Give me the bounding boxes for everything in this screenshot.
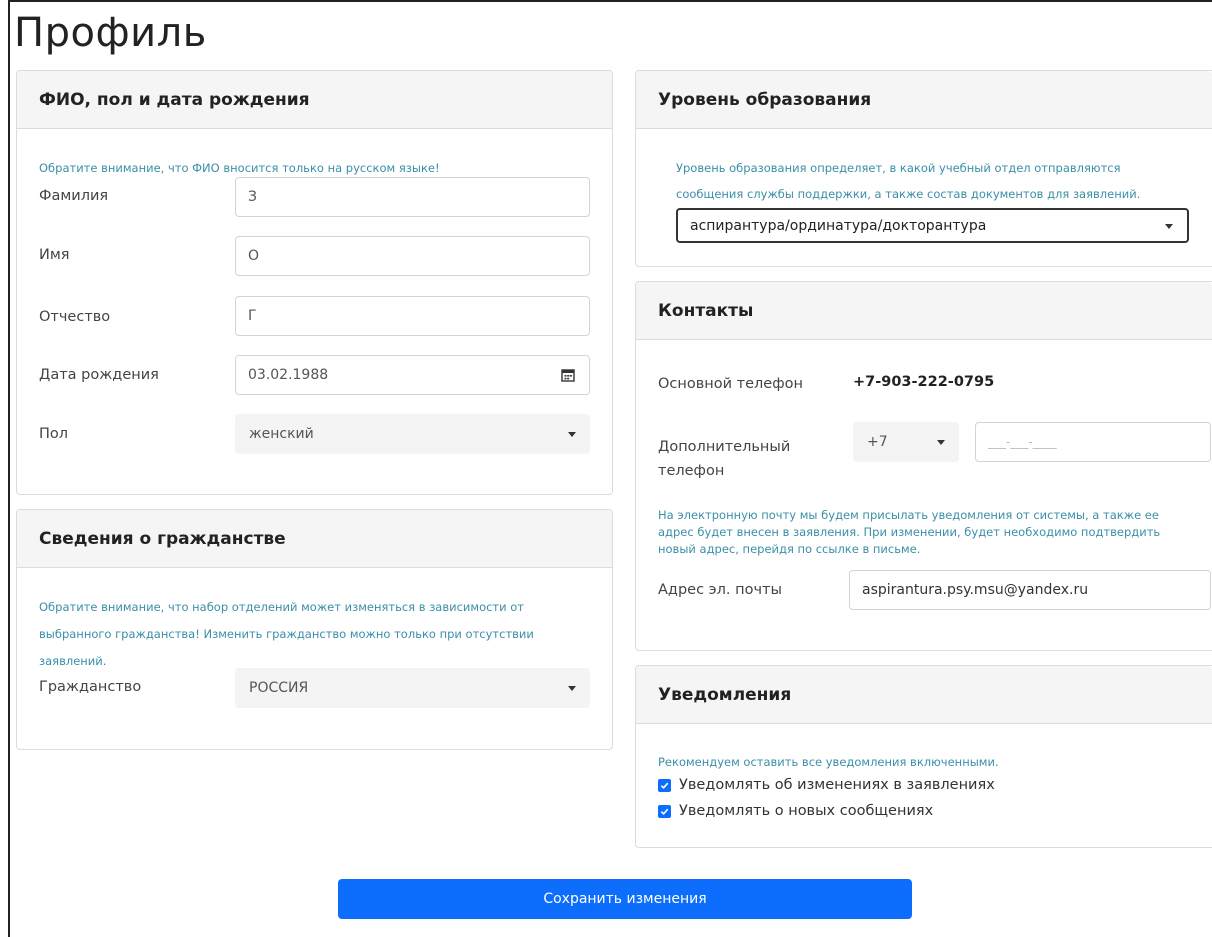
- surname-input[interactable]: З: [235, 177, 590, 217]
- notify-messages-label: Уведомлять о новых сообщениях: [679, 803, 934, 819]
- birthdate-label: Дата рождения: [39, 367, 159, 383]
- main-phone-label: Основной телефон: [658, 376, 803, 392]
- education-card: Уровень образования Уровень образования …: [635, 70, 1212, 267]
- checkmark-icon: [660, 782, 669, 789]
- notify-applications-row[interactable]: Уведомлять об изменениях в заявлениях: [658, 777, 995, 793]
- notify-messages-row[interactable]: Уведомлять о новых сообщениях: [658, 803, 933, 819]
- citizenship-note: Обратите внимание, что набор отделений м…: [39, 600, 534, 668]
- extra-phone-label: Дополнительный телефон: [658, 439, 791, 479]
- education-select[interactable]: аспирантура/ординатура/докторантура: [676, 208, 1189, 243]
- extra-phone-input[interactable]: ___-___-____: [975, 422, 1211, 462]
- education-value: аспирантура/ординатура/докторантура: [690, 217, 987, 234]
- email-value: aspirantura.psy.msu@yandex.ru: [862, 582, 1089, 598]
- extra-phone-code: +7: [867, 434, 888, 450]
- name-value: О: [248, 248, 260, 264]
- contacts-card: Контакты Основной телефон +7-903-222-079…: [635, 281, 1212, 651]
- citizenship-card-header: Сведения о гражданстве: [17, 510, 612, 568]
- email-note: На электронную почту мы будем присылать …: [658, 508, 1161, 556]
- name-input[interactable]: О: [235, 236, 590, 276]
- citizenship-label: Гражданство: [39, 679, 142, 695]
- email-input[interactable]: aspirantura.psy.msu@yandex.ru: [849, 570, 1211, 610]
- surname-value: З: [248, 189, 257, 205]
- citizenship-select[interactable]: РОССИЯ: [235, 668, 590, 708]
- notify-applications-label: Уведомлять об изменениях в заявлениях: [679, 777, 995, 793]
- citizenship-value: РОССИЯ: [249, 680, 309, 696]
- fio-card-header: ФИО, пол и дата рождения: [17, 71, 612, 129]
- citizenship-card: Сведения о гражданстве Обратите внимание…: [16, 509, 613, 750]
- education-card-header: Уровень образования: [636, 71, 1212, 129]
- extra-phone-code-select[interactable]: +7: [853, 422, 959, 462]
- calendar-icon[interactable]: [561, 368, 575, 386]
- education-note: Уровень образования определяет, в какой …: [676, 161, 1141, 201]
- chevron-down-icon: [937, 440, 945, 445]
- extra-phone-placeholder: ___-___-____: [988, 435, 1057, 449]
- fio-note: Обратите внимание, что ФИО вносится толь…: [39, 161, 440, 175]
- chevron-down-icon: [568, 432, 576, 437]
- birthdate-value: 03.02.1988: [248, 367, 329, 383]
- save-button[interactable]: Сохранить изменения: [338, 879, 912, 919]
- notifications-card: Уведомления Рекомендуем оставить все уве…: [635, 665, 1212, 848]
- notifications-card-header: Уведомления: [636, 666, 1212, 724]
- chevron-down-icon: [1165, 223, 1173, 229]
- gender-select[interactable]: женский: [235, 414, 590, 454]
- gender-value: женский: [249, 426, 314, 442]
- notifications-note: Рекомендуем оставить все уведомления вкл…: [658, 755, 999, 769]
- chevron-down-icon: [568, 686, 576, 691]
- email-label: Адрес эл. почты: [658, 582, 782, 598]
- contacts-card-header: Контакты: [636, 282, 1212, 340]
- notify-applications-checkbox[interactable]: [658, 778, 671, 792]
- main-phone-value: +7-903-222-0795: [853, 374, 995, 390]
- name-label: Имя: [39, 247, 70, 263]
- patronymic-input[interactable]: Г: [235, 296, 590, 336]
- page-title: Профиль: [14, 10, 207, 56]
- notify-messages-checkbox[interactable]: [658, 804, 671, 818]
- fio-card: ФИО, пол и дата рождения Обратите вниман…: [16, 70, 613, 495]
- gender-label: Пол: [39, 426, 69, 442]
- birthdate-input[interactable]: 03.02.1988: [235, 355, 590, 395]
- surname-label: Фамилия: [39, 188, 109, 204]
- patronymic-label: Отчество: [39, 309, 111, 325]
- patronymic-value: Г: [248, 308, 257, 324]
- checkmark-icon: [660, 808, 669, 815]
